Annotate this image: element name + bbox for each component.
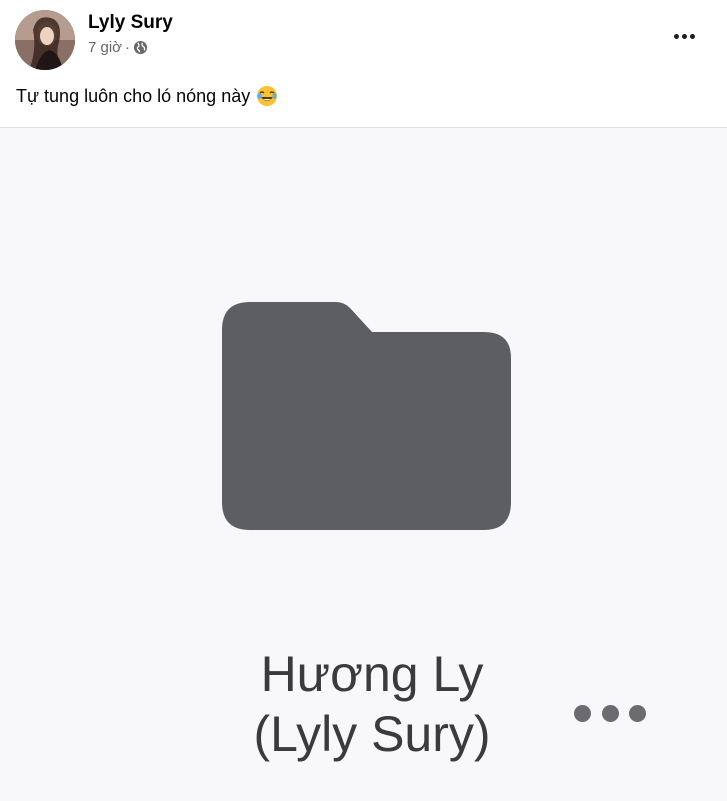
- post-time[interactable]: 7 giờ: [88, 39, 122, 56]
- dot: [681, 33, 687, 39]
- globe-icon[interactable]: [133, 40, 148, 55]
- laughing-crying-emoji-icon: [256, 85, 278, 107]
- post-meta: 7 giờ ·: [88, 39, 148, 56]
- avatar[interactable]: [15, 10, 75, 70]
- dot: [629, 704, 646, 722]
- dot: [601, 704, 619, 722]
- meta-separator: ·: [125, 39, 131, 56]
- more-options-button[interactable]: [664, 22, 704, 50]
- folder-more-options-icon: [574, 700, 646, 726]
- dot: [673, 33, 679, 39]
- caption-text: Tự tung luôn cho ló nóng này: [16, 85, 251, 106]
- dot: [574, 704, 591, 722]
- folder-title-line-1: Hương Ly: [260, 646, 484, 702]
- author-name[interactable]: Lyly Sury: [88, 12, 173, 34]
- avatar-image: [15, 10, 75, 70]
- post-image[interactable]: Hương Ly (Lyly Sury): [0, 128, 727, 801]
- dot: [689, 33, 695, 39]
- post-header: Lyly Sury 7 giờ · Tự tung luôn cho ló nó…: [0, 0, 727, 128]
- post-caption: Tự tung luôn cho ló nóng này: [16, 85, 278, 107]
- folder-icon: [222, 300, 512, 537]
